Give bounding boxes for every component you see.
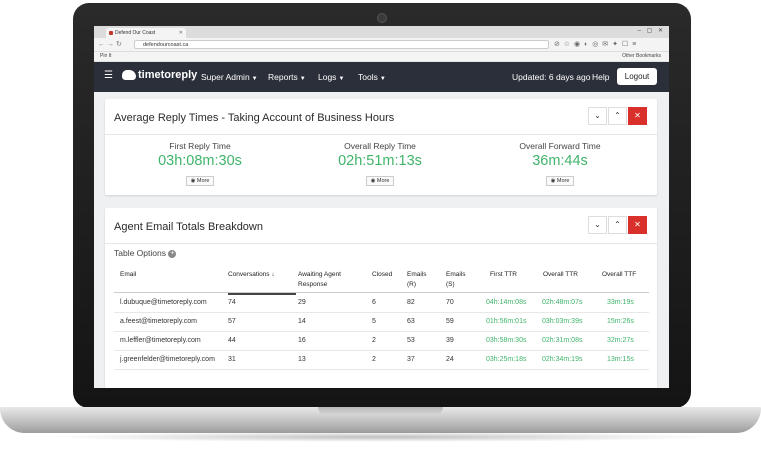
more-button[interactable]: ◉ More — [365, 176, 395, 186]
card-actions: ⌄ ⌃ ✕ — [587, 216, 647, 234]
url-input[interactable]: defendourcoast.ca — [134, 40, 549, 49]
tab-title: Defend Our Coast — [115, 30, 156, 36]
col-closed[interactable]: Closed — [372, 270, 392, 280]
forward-icon[interactable]: → — [107, 41, 116, 48]
metric-value: 36m:44s — [532, 153, 588, 169]
collapse-button[interactable]: ⌄ — [588, 107, 607, 125]
col-overall-ttr[interactable]: Overall TTR — [543, 270, 578, 280]
screen: Defend Our Coast ✕ – ▢ ✕ ←→↻ defendourco… — [94, 26, 669, 388]
browser-nav-icons[interactable]: ←→↻ — [98, 40, 124, 48]
col-awaiting[interactable]: Awaiting Agent Response — [298, 270, 368, 290]
nav-reports[interactable]: Reports ▼ — [268, 72, 306, 82]
table-row[interactable]: l.dubuque@timetoreply.com 74 29 6 82 70 … — [114, 293, 649, 313]
metric-first-reply: First Reply Time 03h:08m:30s ◉ More — [120, 141, 280, 187]
favicon-icon — [109, 31, 113, 35]
nav-logs[interactable]: Logs ▼ — [318, 72, 344, 82]
camera-icon — [377, 13, 387, 23]
logout-button[interactable]: Logout — [617, 68, 657, 85]
nav-super-admin[interactable]: Super Admin ▼ — [201, 72, 258, 82]
card-title: Agent Email Totals Breakdown — [114, 221, 263, 233]
bookmark-pin-it[interactable]: Pin It — [100, 52, 111, 61]
divider — [105, 134, 657, 135]
table-options[interactable]: Table Options + — [114, 248, 177, 258]
reload-icon[interactable]: ↻ — [116, 41, 124, 48]
chevron-down-icon: ▼ — [338, 76, 345, 82]
metric-value: 02h:51m:13s — [338, 153, 422, 169]
table-row[interactable]: a.feest@timetoreply.com 57 14 5 63 59 01… — [114, 312, 649, 332]
more-button[interactable]: ◉ More — [185, 176, 215, 186]
main-content: Average Reply Times - Taking Account of … — [94, 92, 669, 388]
col-emails-r[interactable]: Emails (R) — [407, 270, 431, 290]
expand-button[interactable]: ⌃ — [608, 216, 627, 234]
laptop-notch — [318, 407, 443, 415]
col-email[interactable]: Email — [120, 270, 136, 280]
window-controls[interactable]: – ▢ ✕ — [638, 27, 665, 34]
back-icon[interactable]: ← — [98, 41, 107, 48]
reply-times-card: Average Reply Times - Taking Account of … — [105, 99, 657, 195]
extension-icons[interactable]: ⊘ ☆ ◉ ◐ ◎ ✉ ✦ ☐ ≡ — [554, 40, 637, 48]
col-emails-s[interactable]: Emails (S) — [446, 270, 470, 290]
expand-button[interactable]: ⌃ — [608, 107, 627, 125]
bookmark-other[interactable]: Other Bookmarks — [622, 52, 661, 61]
updated-status: Updated: 6 days ago — [512, 72, 591, 82]
collapse-button[interactable]: ⌄ — [588, 216, 607, 234]
table-row[interactable]: m.leffler@timetoreply.com 44 16 2 53 39 … — [114, 331, 649, 351]
close-tab-icon[interactable]: ✕ — [179, 28, 183, 38]
metric-value: 03h:08m:30s — [158, 153, 242, 169]
sort-down-icon: ↓ — [271, 271, 275, 278]
chevron-down-icon: ▼ — [379, 76, 386, 82]
divider — [105, 243, 657, 244]
address-bar: ←→↻ defendourcoast.ca ⊘ ☆ ◉ ◐ ◎ ✉ ✦ ☐ ≡ — [94, 38, 669, 52]
browser-tab[interactable]: Defend Our Coast ✕ — [106, 28, 186, 38]
card-actions: ⌄ ⌃ ✕ — [587, 107, 647, 125]
rabbit-icon — [122, 70, 136, 81]
brand-logo[interactable]: timetoreply — [122, 69, 197, 81]
chevron-down-icon: ▼ — [251, 76, 258, 82]
close-card-button[interactable]: ✕ — [628, 216, 647, 234]
col-conversations[interactable]: Conversations ↓ — [228, 270, 296, 295]
more-button[interactable]: ◉ More — [545, 176, 575, 186]
table-row[interactable]: j.greenfelder@timetoreply.com 31 13 2 37… — [114, 350, 649, 370]
menu-icon[interactable]: ☰ — [104, 70, 113, 81]
browser-tabbar: Defend Our Coast ✕ – ▢ ✕ — [94, 26, 669, 38]
chevron-down-icon: ▼ — [299, 76, 306, 82]
nav-tools[interactable]: Tools ▼ — [358, 72, 386, 82]
metric-overall-reply: Overall Reply Time 02h:51m:13s ◉ More — [300, 141, 460, 187]
col-overall-ttf[interactable]: Overall TTF — [602, 270, 636, 280]
card-title: Average Reply Times - Taking Account of … — [114, 112, 395, 124]
plus-icon[interactable]: + — [168, 249, 177, 258]
laptop-shadow — [40, 432, 721, 442]
table-header: Email Conversations ↓ Awaiting Agent Res… — [114, 268, 649, 295]
agent-totals-card: Agent Email Totals Breakdown ⌄ ⌃ ✕ Table O… — [105, 208, 657, 388]
bookmarks-bar: Pin It Other Bookmarks — [94, 52, 669, 62]
app-navbar: ☰ timetoreply Super Admin ▼ Reports ▼ Logs… — [94, 62, 669, 92]
close-card-button[interactable]: ✕ — [628, 107, 647, 125]
help-link[interactable]: Help — [592, 72, 609, 82]
col-first-ttr[interactable]: First TTR — [490, 270, 517, 280]
metric-overall-forward: Overall Forward Time 36m:44s ◉ More — [480, 141, 640, 187]
